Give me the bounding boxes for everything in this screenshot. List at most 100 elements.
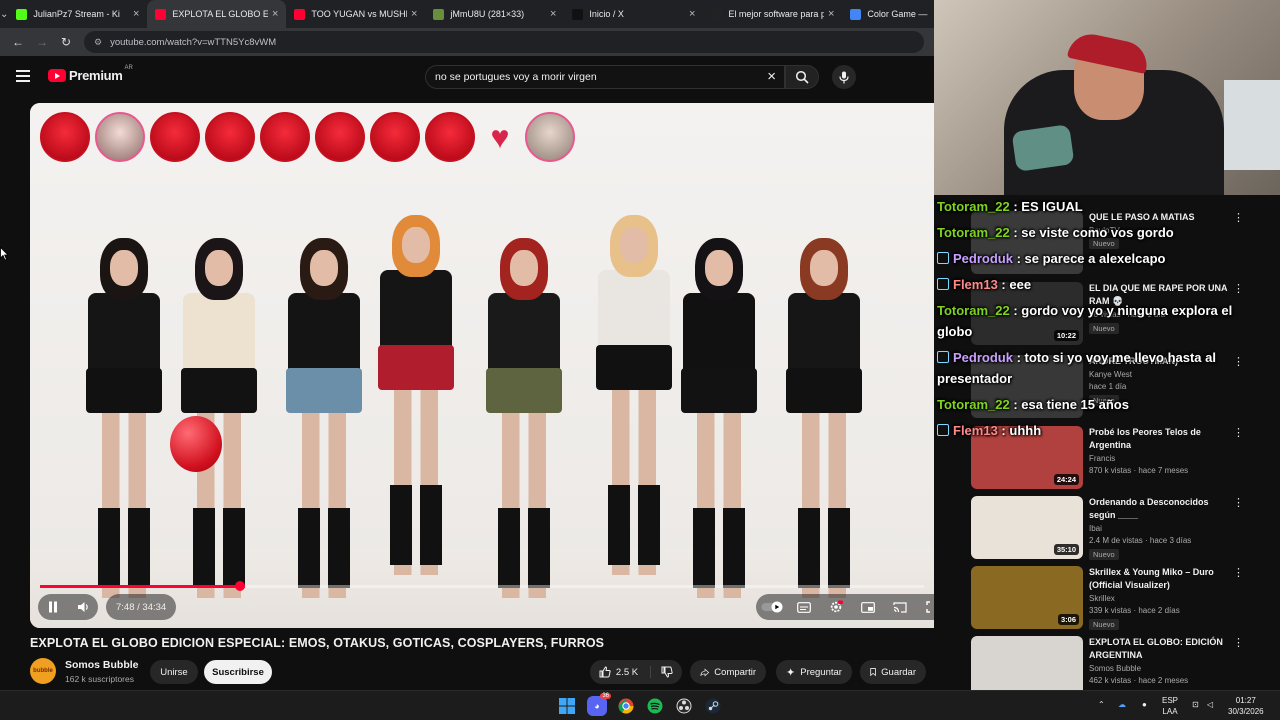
tab-close-icon[interactable]: ×: [133, 8, 139, 20]
join-button[interactable]: Unirse: [150, 660, 198, 684]
browser-tab[interactable]: JulianPz7 Stream - Ki ×: [8, 0, 147, 28]
progress-bar[interactable]: [40, 581, 924, 591]
more-options-icon[interactable]: ⋮: [1233, 496, 1244, 509]
tab-close-icon[interactable]: ×: [272, 8, 278, 20]
channel-name[interactable]: Somos Bubble: [65, 659, 139, 671]
spotify-icon[interactable]: [645, 696, 665, 716]
microphone-icon: [839, 71, 849, 83]
avatar-text: bubble: [33, 668, 53, 674]
browser-tab[interactable]: El mejor software para p ×: [703, 0, 842, 28]
search-query: no se portugues voy a morir virgen: [435, 71, 597, 83]
recommendation-channel[interactable]: Somos Bubble: [1089, 664, 1141, 673]
back-icon[interactable]: ←: [6, 35, 30, 49]
like-count: 2.5 K: [615, 666, 639, 678]
autoplay-toggle[interactable]: [756, 594, 788, 620]
clear-search-icon[interactable]: ×: [767, 68, 776, 85]
search-input[interactable]: no se portugues voy a morir virgen ×: [425, 65, 785, 89]
ask-button[interactable]: ✦ Preguntar: [776, 660, 852, 684]
browser-tab[interactable]: jMmU8U (281×33) ×: [425, 0, 564, 28]
more-options-icon[interactable]: ⋮: [1233, 636, 1244, 649]
recommendation-item[interactable]: 35:10 Ordenando a Desconocidos según ____…: [971, 496, 1271, 560]
subscribe-button[interactable]: Suscribirse: [204, 660, 272, 684]
chat-separator: :: [1012, 251, 1025, 266]
tab-close-icon[interactable]: ×: [828, 8, 834, 20]
recommendation-title[interactable]: Skrillex & Young Miko – Duro (Official V…: [1089, 566, 1229, 592]
forward-icon[interactable]: →: [30, 35, 54, 49]
contestant-bottom: [286, 368, 362, 413]
obs-icon[interactable]: [674, 696, 694, 716]
recommendation-item[interactable]: EXPLOTA EL GLOBO: EDICIÓN ARGENTINA Somos…: [971, 636, 1271, 690]
miniplayer-icon[interactable]: [852, 594, 884, 620]
tab-close-icon[interactable]: ×: [411, 8, 417, 20]
recommendation-thumbnail[interactable]: 3:06: [971, 566, 1083, 629]
video-title: EXPLOTA EL GLOBO EDICION ESPECIAL: EMOS,…: [30, 636, 605, 650]
subtitles-icon[interactable]: [788, 594, 820, 620]
chat-badge-icon: [937, 278, 949, 290]
speaker-icon[interactable]: ◁: [1207, 699, 1213, 710]
recommendation-title[interactable]: EXPLOTA EL GLOBO: EDICIÓN ARGENTINA: [1089, 636, 1229, 662]
scrubber-handle[interactable]: [234, 581, 245, 591]
channel-avatar[interactable]: bubble: [30, 658, 56, 684]
discord-icon[interactable]: ◕ 36: [587, 693, 611, 716]
volume-icon[interactable]: [68, 594, 98, 620]
country-code: AR: [124, 64, 133, 71]
recommendation-channel[interactable]: Francis: [1089, 454, 1115, 463]
browser-tab[interactable]: TOO YUGAN vs MUSHER ×: [286, 0, 425, 28]
chat-message: Pedroduk : se parece a alexelcapo: [937, 248, 1252, 269]
chrome-icon[interactable]: [616, 696, 636, 716]
network-icon[interactable]: ⊡: [1192, 699, 1199, 710]
share-button[interactable]: Compartir: [690, 660, 766, 684]
contestant-top: [488, 293, 560, 373]
url-text: youtube.com/watch?v=wTTN5Yc8vWM: [110, 36, 277, 48]
clock[interactable]: 01:27 30/3/2026: [1228, 695, 1264, 717]
more-options-icon[interactable]: ⋮: [1233, 566, 1244, 579]
recommendation-channel[interactable]: Skrillex: [1089, 594, 1115, 603]
steam-icon[interactable]: [703, 696, 723, 716]
chat-badge-icon: [937, 351, 949, 363]
youtube-play-icon: [48, 69, 66, 82]
browser-tab[interactable]: Inicio / X ×: [564, 0, 703, 28]
video-player[interactable]: ♥ 7:48 / 34:34: [30, 103, 934, 628]
save-button[interactable]: Guardar: [860, 660, 926, 684]
search-button[interactable]: [785, 65, 819, 89]
contestant-face-skin: [402, 227, 430, 263]
contestant-face-skin: [810, 250, 838, 286]
pause-icon[interactable]: [38, 594, 68, 620]
language-indicator[interactable]: ESP LAA: [1162, 695, 1178, 717]
background-monitor: [1224, 80, 1280, 170]
site-info-icon[interactable]: ⚙: [94, 37, 102, 48]
chat-username: Totoram_22: [937, 397, 1010, 412]
tab-close-icon[interactable]: ×: [550, 8, 556, 20]
tab-close-icon[interactable]: ×: [689, 8, 695, 20]
like-button[interactable]: 2.5 K: [599, 666, 652, 678]
windows-start-icon[interactable]: [557, 696, 577, 716]
recommendation-thumbnail[interactable]: [971, 636, 1083, 690]
recommendation-item[interactable]: 3:06 Skrillex & Young Miko – Duro (Offici…: [971, 566, 1271, 630]
tab-favicon-icon: [294, 8, 306, 20]
cast-icon[interactable]: [884, 594, 916, 620]
chat-username: Totoram_22: [937, 199, 1010, 214]
cloud-icon[interactable]: ☁: [1118, 699, 1126, 710]
browser-tab[interactable]: EXPLOTA EL GLOBO E ×: [147, 0, 287, 28]
reload-icon[interactable]: ↻: [54, 35, 78, 49]
voice-search-button[interactable]: [832, 65, 856, 89]
tray-expand-icon[interactable]: ⌃: [1098, 699, 1105, 710]
tab-search-chevron-icon[interactable]: ⌄: [0, 0, 8, 28]
recommendation-channel[interactable]: Ibai: [1089, 524, 1102, 533]
dislike-button[interactable]: [651, 666, 673, 678]
youtube-logo[interactable]: Premium AR: [48, 64, 133, 83]
discord-glyph: ◕: [594, 701, 600, 711]
contestant-boots: [193, 508, 245, 588]
settings-icon[interactable]: [820, 594, 852, 620]
thumbs-down-icon: [661, 666, 673, 678]
tab-favicon-icon: [572, 8, 584, 20]
contestant-face-skin: [205, 250, 233, 286]
menu-icon[interactable]: [16, 70, 30, 82]
contestant-bottom: [86, 368, 162, 413]
address-bar[interactable]: ⚙ youtube.com/watch?v=wTTN5Yc8vWM: [84, 31, 924, 53]
recommendation-title[interactable]: Ordenando a Desconocidos según ____: [1089, 496, 1229, 522]
mic-tray-icon[interactable]: ●: [1142, 699, 1147, 710]
chat-text: uhhh: [1009, 423, 1042, 438]
recommendation-thumbnail[interactable]: 35:10: [971, 496, 1083, 559]
fullscreen-icon[interactable]: [916, 594, 934, 620]
